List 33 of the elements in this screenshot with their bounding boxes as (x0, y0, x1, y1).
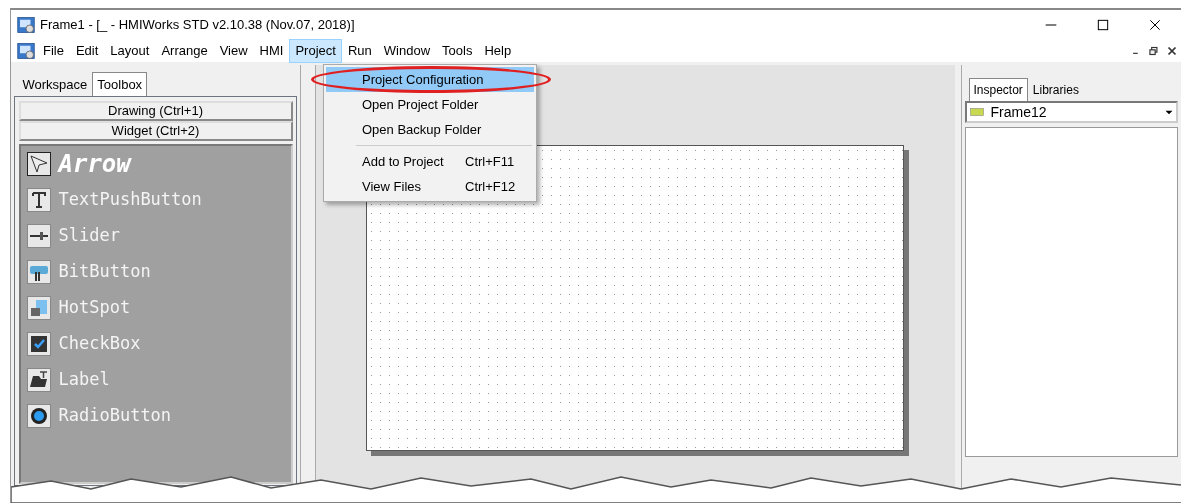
checkbox-icon[interactable] (26, 331, 51, 356)
menu-item[interactable]: Arrange (155, 39, 214, 63)
menu-item[interactable]: Edit (69, 39, 105, 63)
menu-option[interactable]: Open Project Folder (326, 92, 534, 117)
app-icon (17, 42, 35, 60)
menu-item[interactable]: Window (377, 39, 437, 63)
window-title: Frame1 - [_ - HMIWorks STD v2.10.38 (Nov.07, 2018)] (40, 16, 356, 35)
menu-item[interactable]: File (37, 39, 70, 63)
section-button[interactable]: Drawing (Ctrl+1) (18, 100, 293, 121)
menu-item[interactable]: Layout (104, 39, 156, 63)
text-icon[interactable] (26, 187, 51, 212)
section-button[interactable]: Widget (Ctrl+2) (18, 120, 293, 141)
menu-option[interactable]: Open Backup Folder (326, 117, 534, 142)
folder-icon[interactable] (26, 367, 51, 392)
menu-item[interactable]: Tools (436, 39, 479, 63)
menu-option[interactable]: Add to Project Ctrl+F11 (326, 149, 534, 174)
menu-item[interactable]: Run (341, 39, 378, 63)
maximize-icon[interactable] (1095, 17, 1111, 33)
restore-icon[interactable] (1147, 44, 1161, 58)
menu-item[interactable]: Help (478, 39, 518, 63)
menu-item[interactable]: HMI (253, 39, 290, 63)
object-combo[interactable]: Frame12 (965, 101, 1178, 124)
app-icon (17, 16, 35, 34)
radio-icon[interactable] (26, 403, 51, 428)
combo-value: Frame12 (989, 102, 1048, 122)
close-icon[interactable] (1147, 17, 1163, 33)
menu-item[interactable]: View (213, 39, 254, 63)
tab[interactable]: Inspector (968, 78, 1028, 102)
close-icon[interactable] (1165, 44, 1179, 58)
slider-icon[interactable] (26, 223, 51, 248)
menu-item[interactable]: Project (289, 39, 342, 63)
menu-option[interactable]: View Files Ctrl+F12 (326, 174, 534, 199)
tab[interactable]: Toolbox (92, 71, 148, 97)
